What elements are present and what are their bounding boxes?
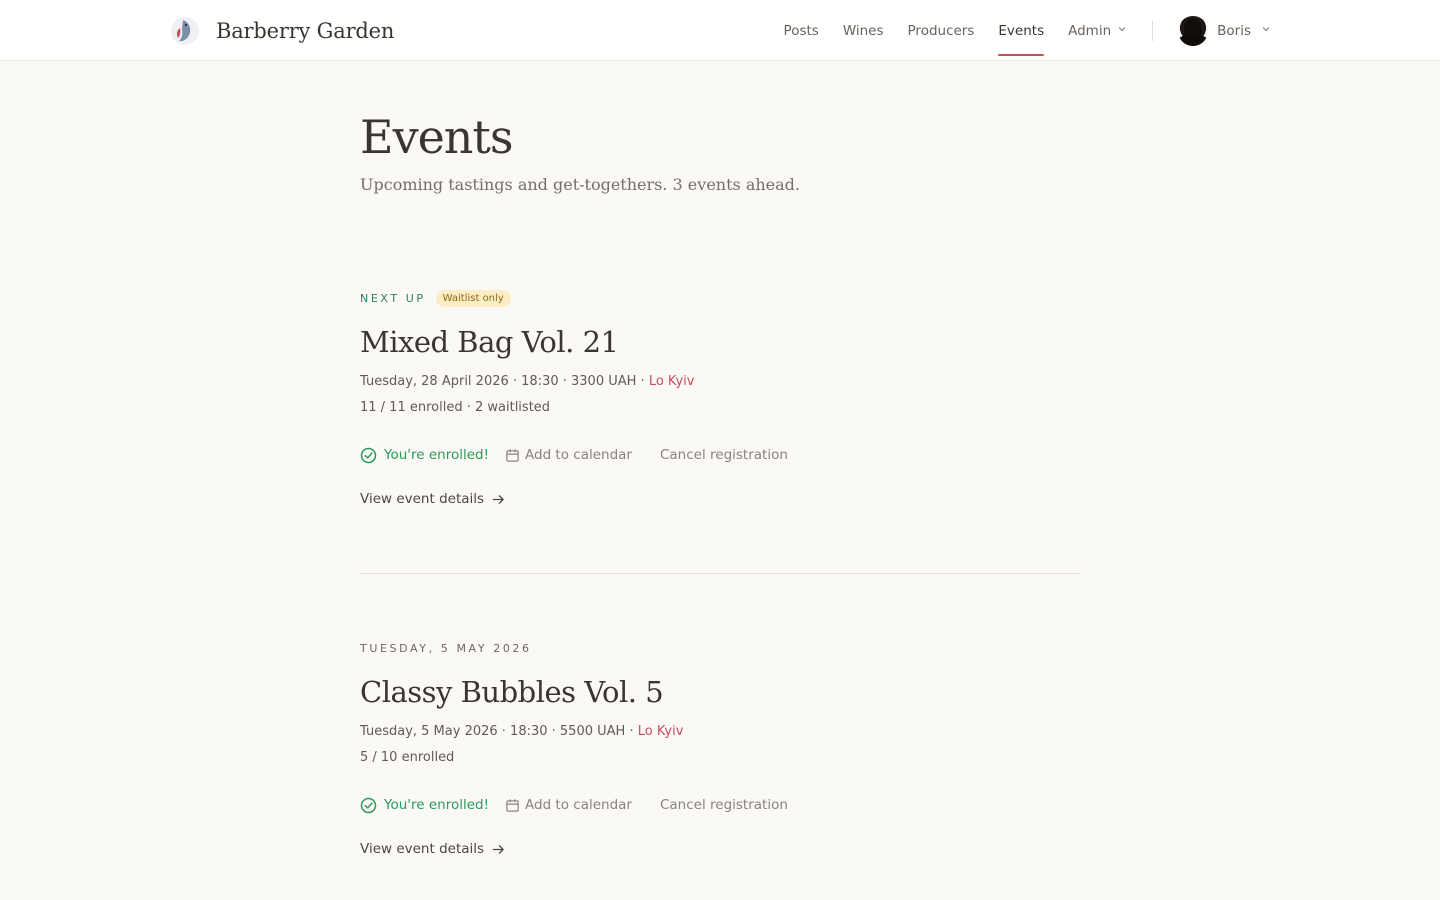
event-enrollment: 11 / 11 enrolled · 2 waitlisted: [360, 400, 551, 415]
calendar-icon: [506, 798, 519, 812]
main-nav: Posts Wines Producers Events Admin Boris: [784, 0, 1270, 61]
event-location-link[interactable]: Lo Kyiv: [649, 374, 695, 389]
page-subtitle: Upcoming tastings and get-togethers. 3 e…: [360, 175, 800, 194]
add-to-calendar-button[interactable]: Add to calendar: [505, 797, 632, 813]
enrolled-status: You're enrolled!: [360, 447, 489, 464]
page-title: Events: [360, 110, 514, 164]
event-date-time-price: Tuesday, 5 May 2026 · 18:30 · 5500 UAH ·: [360, 724, 638, 739]
nav-wines[interactable]: Wines: [843, 0, 884, 61]
enrolled-text: You're enrolled!: [384, 797, 489, 813]
arrow-right-icon: [492, 494, 504, 504]
view-event-details-link[interactable]: View event details: [360, 841, 505, 857]
chevron-down-icon: [1262, 26, 1270, 31]
nav-admin-label: Admin: [1068, 22, 1112, 39]
status-badge: Waitlist only: [435, 289, 511, 307]
user-menu[interactable]: Boris: [1178, 15, 1270, 46]
event-eyebrow: Tuesday, 5 May 2026: [360, 637, 1080, 659]
event-card: Next up Waitlist only Mixed Bag Vol. 21 …: [360, 287, 1080, 574]
event-meta: Tuesday, 5 May 2026 · 18:30 · 5500 UAH ·…: [360, 722, 1080, 742]
add-to-calendar-label: Add to calendar: [525, 797, 632, 813]
avatar: [1178, 15, 1209, 46]
event-actions: You're enrolled! Add to calendar Cancel …: [360, 794, 1080, 816]
check-circle-icon: [360, 797, 377, 813]
add-to-calendar-label: Add to calendar: [525, 447, 632, 463]
nav-producers[interactable]: Producers: [908, 0, 975, 61]
arrow-right-icon: [492, 844, 504, 854]
add-to-calendar-button[interactable]: Add to calendar: [505, 447, 632, 463]
nav-divider: [1152, 20, 1154, 41]
calendar-icon: [506, 448, 519, 462]
barberry-logo-icon: [171, 17, 199, 45]
enrolled-status: You're enrolled!: [360, 797, 489, 814]
nav-events[interactable]: Events: [998, 0, 1044, 61]
enrolled-text: You're enrolled!: [384, 447, 489, 463]
cancel-registration-button[interactable]: Cancel registration: [660, 797, 788, 813]
user-name: Boris: [1217, 22, 1251, 39]
event-meta: Tuesday, 28 April 2026 · 18:30 · 3300 UA…: [360, 372, 1080, 392]
top-navigation-bar: Barberry Garden Posts Wines Producers Ev…: [0, 0, 1440, 61]
event-title[interactable]: Mixed Bag Vol. 21: [360, 322, 1080, 362]
brand[interactable]: Barberry Garden: [170, 16, 394, 46]
event-enrollment: 5 / 10 enrolled: [360, 750, 455, 765]
next-up-label: Next up: [360, 291, 426, 305]
cancel-registration-button[interactable]: Cancel registration: [660, 447, 788, 463]
event-date-label: Tuesday, 5 May 2026: [360, 641, 532, 655]
view-event-details-link[interactable]: View event details: [360, 491, 505, 507]
nav-posts[interactable]: Posts: [784, 0, 819, 61]
event-eyebrow: Next up Waitlist only: [360, 287, 1080, 309]
nav-admin-dropdown[interactable]: Admin: [1068, 0, 1126, 61]
chevron-down-icon: [1118, 26, 1126, 31]
event-actions: You're enrolled! Add to calendar Cancel …: [360, 444, 1080, 466]
view-event-details-label: View event details: [360, 841, 485, 857]
view-event-details-label: View event details: [360, 491, 485, 507]
check-circle-icon: [360, 447, 377, 463]
event-date-time-price: Tuesday, 28 April 2026 · 18:30 · 3300 UA…: [360, 374, 649, 389]
event-location-link[interactable]: Lo Kyiv: [638, 724, 684, 739]
event-title[interactable]: Classy Bubbles Vol. 5: [360, 672, 1080, 712]
event-divider: [360, 573, 1080, 574]
event-card: Tuesday, 5 May 2026 Classy Bubbles Vol. …: [360, 637, 1080, 858]
events-page: Events Upcoming tastings and get-togethe…: [360, 61, 1080, 857]
brand-name: Barberry Garden: [216, 19, 395, 43]
